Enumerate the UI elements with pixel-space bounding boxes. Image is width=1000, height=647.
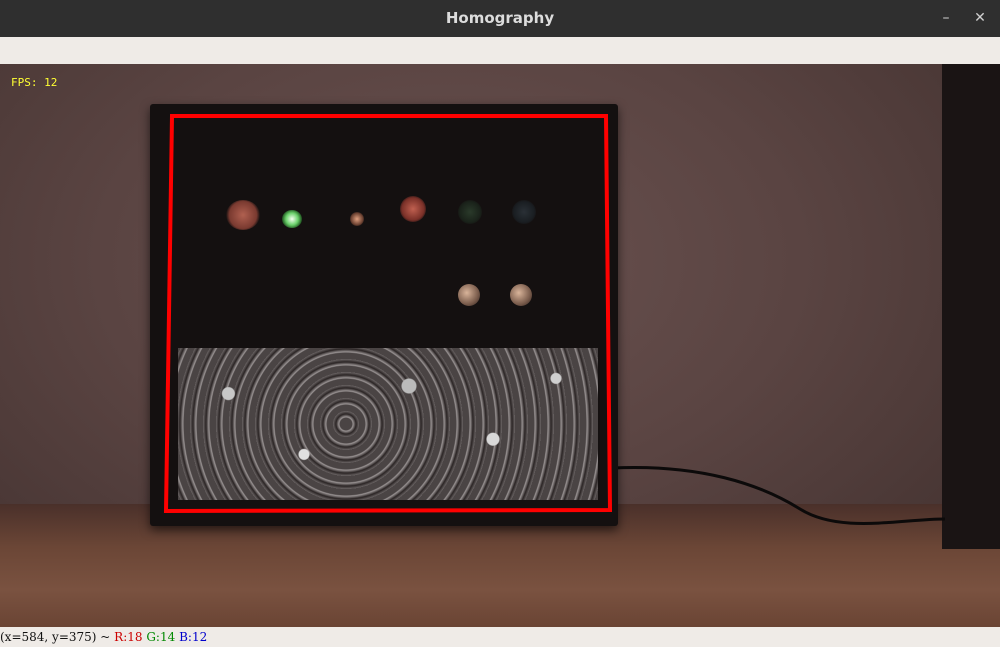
close-icon[interactable]: ✕ — [968, 6, 992, 30]
fps-label: FPS: 12 — [11, 76, 58, 89]
window-title: Homography — [445, 9, 555, 27]
camera-view[interactable]: FPS: 12 — [0, 64, 1000, 627]
status-bar: (x=584, y=375) ~ R:18 G:14 B:12 — [0, 627, 1000, 647]
toolbar — [0, 37, 1000, 65]
pixel-red: R:18 — [114, 630, 143, 644]
homography-overlay — [163, 114, 613, 514]
cursor-coords: (x=584, y=375) ~ — [0, 630, 111, 644]
pixel-green: G:14 — [146, 630, 176, 644]
pixel-blue: B:12 — [179, 630, 208, 644]
homography-outline — [163, 114, 613, 514]
minimize-icon[interactable]: – — [934, 6, 958, 30]
window-titlebar: Homography – ✕ — [0, 0, 1000, 37]
